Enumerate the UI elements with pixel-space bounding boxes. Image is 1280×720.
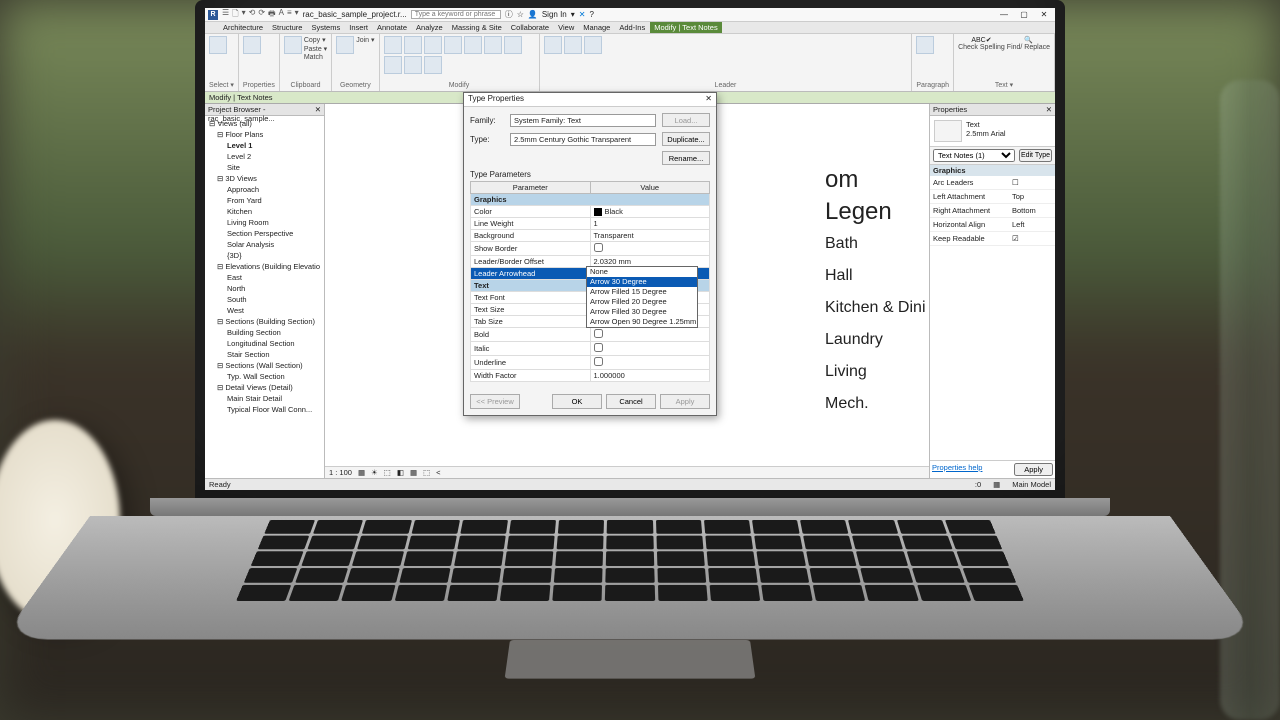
- edit-type-button[interactable]: Edit Type: [1019, 149, 1052, 162]
- selection-count: :0: [975, 480, 981, 489]
- ok-button[interactable]: OK: [552, 394, 602, 409]
- app-window: R ☰🗋▾⟲⟳🖶A≡▾ rac_basic_sample_project.r..…: [205, 8, 1055, 490]
- tree-node[interactable]: East: [207, 272, 322, 283]
- properties-help-link[interactable]: Properties help: [932, 463, 1010, 476]
- join-button[interactable]: [336, 36, 354, 54]
- help-icon[interactable]: ?: [589, 10, 593, 19]
- check-spelling-icon[interactable]: ABC✔: [958, 36, 1005, 44]
- tree-node[interactable]: Main Stair Detail: [207, 393, 322, 404]
- tree-node[interactable]: ⊟ 3D Views: [207, 173, 322, 184]
- load-button: Load...: [662, 113, 710, 127]
- tree-node[interactable]: Living Room: [207, 217, 322, 228]
- modify-button[interactable]: [209, 36, 227, 54]
- tab-modify-text[interactable]: Modify | Text Notes: [650, 22, 722, 33]
- properties-palette: Properties✕ Text2.5mm Arial Text Notes (…: [929, 104, 1055, 478]
- tree-node[interactable]: Section Perspective: [207, 228, 322, 239]
- rename-button[interactable]: Rename...: [662, 151, 710, 165]
- close-button[interactable]: ✕: [1036, 10, 1052, 19]
- status-bar: Ready :0 ▦ Main Model: [205, 478, 1055, 490]
- tab-architecture[interactable]: Architecture: [219, 22, 267, 33]
- tab-insert[interactable]: Insert: [345, 22, 372, 33]
- dialog-close-button[interactable]: ✕: [705, 94, 712, 105]
- minimize-button[interactable]: —: [996, 10, 1012, 19]
- project-name: rac_basic_sample_project.r...: [303, 10, 407, 19]
- room-legend: om Legen BathHallKitchen & DiniLaundryLi…: [825, 164, 929, 420]
- tree-node[interactable]: Solar Analysis: [207, 239, 322, 250]
- star-icon[interactable]: ☆: [517, 10, 524, 19]
- tab-massing[interactable]: Massing & Site: [448, 22, 506, 33]
- find-replace-icon[interactable]: 🔍: [1007, 36, 1050, 44]
- tab-collaborate[interactable]: Collaborate: [507, 22, 553, 33]
- type-properties-dialog: Type Properties✕ Family: System Family: …: [463, 92, 717, 416]
- tree[interactable]: ⊟ Views (all)⊟ Floor PlansLevel 1Level 2…: [205, 116, 324, 478]
- exchange-icon[interactable]: ✕: [579, 10, 586, 19]
- tab-annotate[interactable]: Annotate: [373, 22, 411, 33]
- dropdown-option[interactable]: Arrow Filled 30 Degree: [587, 307, 697, 317]
- modify-tools[interactable]: [384, 36, 535, 74]
- tree-node[interactable]: {3D}: [207, 250, 322, 261]
- view-control-bar[interactable]: 1 : 100▦☀⬚◧▦⬚<: [325, 466, 929, 478]
- signin-link[interactable]: Sign In: [542, 10, 567, 19]
- dropdown-option[interactable]: Arrow Open 90 Degree 1.25mm: [587, 317, 697, 327]
- app-icon: R: [208, 10, 218, 20]
- info-icon[interactable]: ⓘ: [505, 9, 513, 20]
- leader-button[interactable]: [544, 36, 562, 54]
- workset-display[interactable]: Main Model: [1012, 480, 1051, 489]
- ribbon: Select ▾ Properties Copy ▾Paste ▾MatchCl…: [205, 34, 1055, 92]
- tree-node[interactable]: Longitudinal Section: [207, 338, 322, 349]
- dropdown-option[interactable]: None: [587, 267, 697, 277]
- tree-node[interactable]: Stair Section: [207, 349, 322, 360]
- tab-view[interactable]: View: [554, 22, 578, 33]
- tree-node[interactable]: Kitchen: [207, 206, 322, 217]
- apply-button[interactable]: Apply: [1014, 463, 1053, 476]
- tree-node[interactable]: ⊟ Sections (Wall Section): [207, 360, 322, 371]
- tree-node[interactable]: North: [207, 283, 322, 294]
- ribbon-tabs: Architecture Structure Systems Insert An…: [205, 22, 1055, 34]
- paragraph-button[interactable]: [916, 36, 934, 54]
- type-select[interactable]: 2.5mm Century Gothic Transparent: [510, 133, 656, 146]
- project-browser: Project Browser - rac_basic_sample...✕ ⊟…: [205, 104, 325, 478]
- tree-node[interactable]: ⊟ Detail Views (Detail): [207, 382, 322, 393]
- tree-node[interactable]: Building Section: [207, 327, 322, 338]
- quick-access[interactable]: ☰🗋▾⟲⟳🖶A≡▾: [222, 8, 299, 22]
- close-icon[interactable]: ✕: [315, 105, 321, 114]
- tree-node[interactable]: Site: [207, 162, 322, 173]
- type-selector[interactable]: Text Notes (1): [933, 149, 1015, 162]
- search-input[interactable]: [411, 10, 501, 19]
- user-icon[interactable]: 👤: [528, 10, 538, 19]
- tree-node[interactable]: South: [207, 294, 322, 305]
- tab-addins[interactable]: Add-Ins: [615, 22, 649, 33]
- arrowhead-dropdown[interactable]: NoneArrow 30 DegreeArrow Filled 15 Degre…: [586, 266, 698, 328]
- dropdown-option[interactable]: Arrow Filled 15 Degree: [587, 287, 697, 297]
- tree-node[interactable]: ⊟ Floor Plans: [207, 129, 322, 140]
- tree-node[interactable]: Typical Floor Wall Conn...: [207, 404, 322, 415]
- family-select[interactable]: System Family: Text: [510, 114, 656, 127]
- paste-button[interactable]: [284, 36, 302, 54]
- properties-button[interactable]: [243, 36, 261, 54]
- dropdown-option[interactable]: Arrow 30 Degree: [587, 277, 697, 287]
- dropdown-option[interactable]: Arrow Filled 20 Degree: [587, 297, 697, 307]
- tab-structure[interactable]: Structure: [268, 22, 306, 33]
- duplicate-button[interactable]: Duplicate...: [662, 132, 710, 146]
- tree-node[interactable]: Level 2: [207, 151, 322, 162]
- title-bar: R ☰🗋▾⟲⟳🖶A≡▾ rac_basic_sample_project.r..…: [205, 8, 1055, 22]
- tab-analyze[interactable]: Analyze: [412, 22, 447, 33]
- maximize-button[interactable]: ▢: [1016, 10, 1032, 19]
- apply-button: Apply: [660, 394, 710, 409]
- tree-node[interactable]: West: [207, 305, 322, 316]
- type-preview-icon: [934, 120, 962, 142]
- tree-node[interactable]: Level 1: [207, 140, 322, 151]
- tab-systems[interactable]: Systems: [307, 22, 344, 33]
- close-icon[interactable]: ✕: [1046, 105, 1052, 114]
- tab-manage[interactable]: Manage: [579, 22, 614, 33]
- tree-node[interactable]: ⊟ Elevations (Building Elevatio: [207, 261, 322, 272]
- preview-button: << Preview: [470, 394, 520, 409]
- tree-node[interactable]: Typ. Wall Section: [207, 371, 322, 382]
- tree-node[interactable]: Approach: [207, 184, 322, 195]
- tree-node[interactable]: From Yard: [207, 195, 322, 206]
- cancel-button[interactable]: Cancel: [606, 394, 656, 409]
- tree-node[interactable]: ⊟ Views (all): [207, 118, 322, 129]
- tree-node[interactable]: ⊟ Sections (Building Section): [207, 316, 322, 327]
